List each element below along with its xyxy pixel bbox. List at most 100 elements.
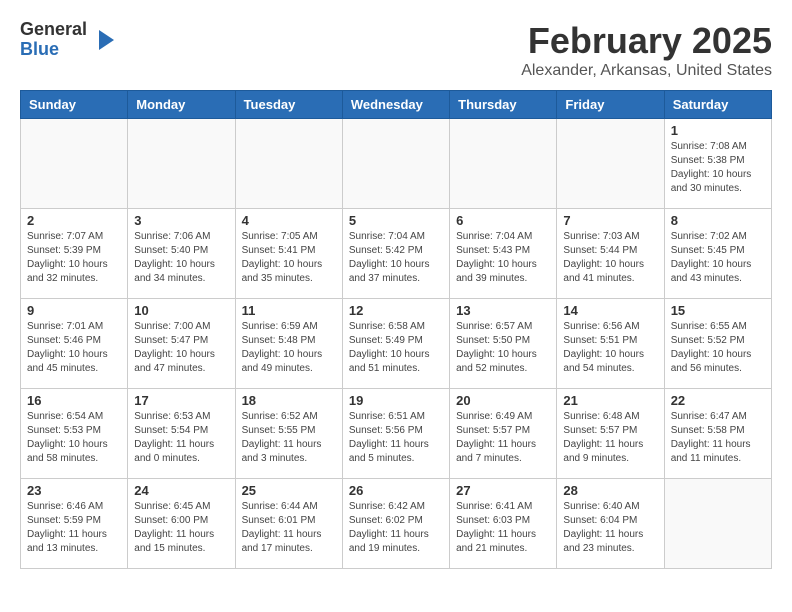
day-cell: 1 Sunrise: 7:08 AM Sunset: 5:38 PM Daylig… <box>664 119 771 209</box>
day-cell: 19 Sunrise: 6:51 AM Sunset: 5:56 PM Dayli… <box>342 389 449 479</box>
day-number: 24 <box>134 483 228 498</box>
day-info: Sunrise: 7:08 AM Sunset: 5:38 PM Dayligh… <box>671 140 765 196</box>
day-cell: 17 Sunrise: 6:53 AM Sunset: 5:54 PM Dayli… <box>128 389 235 479</box>
day-info: Sunrise: 6:49 AM Sunset: 5:57 PM Dayligh… <box>456 410 550 466</box>
day-number: 28 <box>563 483 657 498</box>
weekday-header-monday: Monday <box>128 91 235 119</box>
day-number: 22 <box>671 393 765 408</box>
day-info: Sunrise: 6:44 AM Sunset: 6:01 PM Dayligh… <box>242 500 336 556</box>
week-row-3: 9 Sunrise: 7:01 AM Sunset: 5:46 PM Daylig… <box>21 299 772 389</box>
day-info: Sunrise: 7:00 AM Sunset: 5:47 PM Dayligh… <box>134 320 228 376</box>
day-info: Sunrise: 6:58 AM Sunset: 5:49 PM Dayligh… <box>349 320 443 376</box>
day-cell: 11 Sunrise: 6:59 AM Sunset: 5:48 PM Dayli… <box>235 299 342 389</box>
day-cell: 4 Sunrise: 7:05 AM Sunset: 5:41 PM Daylig… <box>235 209 342 299</box>
day-info: Sunrise: 6:53 AM Sunset: 5:54 PM Dayligh… <box>134 410 228 466</box>
week-row-2: 2 Sunrise: 7:07 AM Sunset: 5:39 PM Daylig… <box>21 209 772 299</box>
day-cell: 16 Sunrise: 6:54 AM Sunset: 5:53 PM Dayli… <box>21 389 128 479</box>
day-info: Sunrise: 6:54 AM Sunset: 5:53 PM Dayligh… <box>27 410 121 466</box>
day-cell: 26Sunrise: 6:42 AM Sunset: 6:02 PM Dayli… <box>342 479 449 569</box>
day-info: Sunrise: 7:02 AM Sunset: 5:45 PM Dayligh… <box>671 230 765 286</box>
logo: General Blue <box>20 20 119 60</box>
day-number: 12 <box>349 303 443 318</box>
day-info: Sunrise: 7:03 AM Sunset: 5:44 PM Dayligh… <box>563 230 657 286</box>
day-number: 23 <box>27 483 121 498</box>
day-cell: 6 Sunrise: 7:04 AM Sunset: 5:43 PM Daylig… <box>450 209 557 299</box>
day-number: 17 <box>134 393 228 408</box>
calendar-table: SundayMondayTuesdayWednesdayThursdayFrid… <box>20 90 772 569</box>
day-info: Sunrise: 6:59 AM Sunset: 5:48 PM Dayligh… <box>242 320 336 376</box>
day-cell <box>450 119 557 209</box>
location-title: Alexander, Arkansas, United States <box>521 62 772 80</box>
day-info: Sunrise: 6:40 AM Sunset: 6:04 PM Dayligh… <box>563 500 657 556</box>
day-info: Sunrise: 7:05 AM Sunset: 5:41 PM Dayligh… <box>242 230 336 286</box>
week-row-5: 23 Sunrise: 6:46 AM Sunset: 5:59 PM Dayli… <box>21 479 772 569</box>
day-number: 8 <box>671 213 765 228</box>
day-cell: 22 Sunrise: 6:47 AM Sunset: 5:58 PM Dayli… <box>664 389 771 479</box>
weekday-header-row: SundayMondayTuesdayWednesdayThursdayFrid… <box>21 91 772 119</box>
day-cell: 10 Sunrise: 7:00 AM Sunset: 5:47 PM Dayli… <box>128 299 235 389</box>
logo-blue-text: Blue <box>20 40 87 60</box>
day-number: 16 <box>27 393 121 408</box>
day-cell: 27 Sunrise: 6:41 AM Sunset: 6:03 PM Dayli… <box>450 479 557 569</box>
page-header: General Blue February 2025 Alexander, Ar… <box>20 20 772 80</box>
logo-icon <box>89 25 119 55</box>
day-number: 11 <box>242 303 336 318</box>
day-number: 3 <box>134 213 228 228</box>
week-row-4: 16 Sunrise: 6:54 AM Sunset: 5:53 PM Dayli… <box>21 389 772 479</box>
day-info: Sunrise: 6:47 AM Sunset: 5:58 PM Dayligh… <box>671 410 765 466</box>
day-number: 4 <box>242 213 336 228</box>
day-number: 1 <box>671 123 765 138</box>
day-info: Sunrise: 6:41 AM Sunset: 6:03 PM Dayligh… <box>456 500 550 556</box>
day-cell: 18Sunrise: 6:52 AM Sunset: 5:55 PM Dayli… <box>235 389 342 479</box>
day-cell <box>235 119 342 209</box>
day-info: Sunrise: 6:45 AM Sunset: 6:00 PM Dayligh… <box>134 500 228 556</box>
day-number: 13 <box>456 303 550 318</box>
month-title: February 2025 <box>521 20 772 62</box>
day-number: 20 <box>456 393 550 408</box>
day-cell: 24 Sunrise: 6:45 AM Sunset: 6:00 PM Dayli… <box>128 479 235 569</box>
weekday-header-wednesday: Wednesday <box>342 91 449 119</box>
day-info: Sunrise: 6:42 AM Sunset: 6:02 PM Dayligh… <box>349 500 443 556</box>
day-cell: 2 Sunrise: 7:07 AM Sunset: 5:39 PM Daylig… <box>21 209 128 299</box>
week-row-1: 1 Sunrise: 7:08 AM Sunset: 5:38 PM Daylig… <box>21 119 772 209</box>
day-number: 27 <box>456 483 550 498</box>
day-cell: 25 Sunrise: 6:44 AM Sunset: 6:01 PM Dayli… <box>235 479 342 569</box>
weekday-header-sunday: Sunday <box>21 91 128 119</box>
day-number: 21 <box>563 393 657 408</box>
day-cell <box>128 119 235 209</box>
day-number: 19 <box>349 393 443 408</box>
day-number: 25 <box>242 483 336 498</box>
day-cell: 7 Sunrise: 7:03 AM Sunset: 5:44 PM Daylig… <box>557 209 664 299</box>
weekday-header-saturday: Saturday <box>664 91 771 119</box>
day-number: 9 <box>27 303 121 318</box>
day-number: 18 <box>242 393 336 408</box>
day-number: 10 <box>134 303 228 318</box>
day-cell: 13 Sunrise: 6:57 AM Sunset: 5:50 PM Dayli… <box>450 299 557 389</box>
day-cell <box>342 119 449 209</box>
day-cell: 28 Sunrise: 6:40 AM Sunset: 6:04 PM Dayli… <box>557 479 664 569</box>
day-number: 14 <box>563 303 657 318</box>
day-cell: 8 Sunrise: 7:02 AM Sunset: 5:45 PM Daylig… <box>664 209 771 299</box>
day-cell <box>664 479 771 569</box>
day-cell: 9 Sunrise: 7:01 AM Sunset: 5:46 PM Daylig… <box>21 299 128 389</box>
day-cell <box>557 119 664 209</box>
day-info: Sunrise: 6:57 AM Sunset: 5:50 PM Dayligh… <box>456 320 550 376</box>
day-number: 15 <box>671 303 765 318</box>
weekday-header-friday: Friday <box>557 91 664 119</box>
logo-general-text: General <box>20 20 87 40</box>
day-cell: 3 Sunrise: 7:06 AM Sunset: 5:40 PM Daylig… <box>128 209 235 299</box>
day-cell <box>21 119 128 209</box>
day-info: Sunrise: 7:01 AM Sunset: 5:46 PM Dayligh… <box>27 320 121 376</box>
day-info: Sunrise: 7:04 AM Sunset: 5:43 PM Dayligh… <box>456 230 550 286</box>
day-info: Sunrise: 6:46 AM Sunset: 5:59 PM Dayligh… <box>27 500 121 556</box>
day-info: Sunrise: 6:51 AM Sunset: 5:56 PM Dayligh… <box>349 410 443 466</box>
weekday-header-thursday: Thursday <box>450 91 557 119</box>
day-number: 2 <box>27 213 121 228</box>
day-info: Sunrise: 6:56 AM Sunset: 5:51 PM Dayligh… <box>563 320 657 376</box>
day-number: 7 <box>563 213 657 228</box>
day-number: 6 <box>456 213 550 228</box>
day-info: Sunrise: 7:06 AM Sunset: 5:40 PM Dayligh… <box>134 230 228 286</box>
day-cell: 21Sunrise: 6:48 AM Sunset: 5:57 PM Dayli… <box>557 389 664 479</box>
day-info: Sunrise: 7:07 AM Sunset: 5:39 PM Dayligh… <box>27 230 121 286</box>
day-info: Sunrise: 6:55 AM Sunset: 5:52 PM Dayligh… <box>671 320 765 376</box>
